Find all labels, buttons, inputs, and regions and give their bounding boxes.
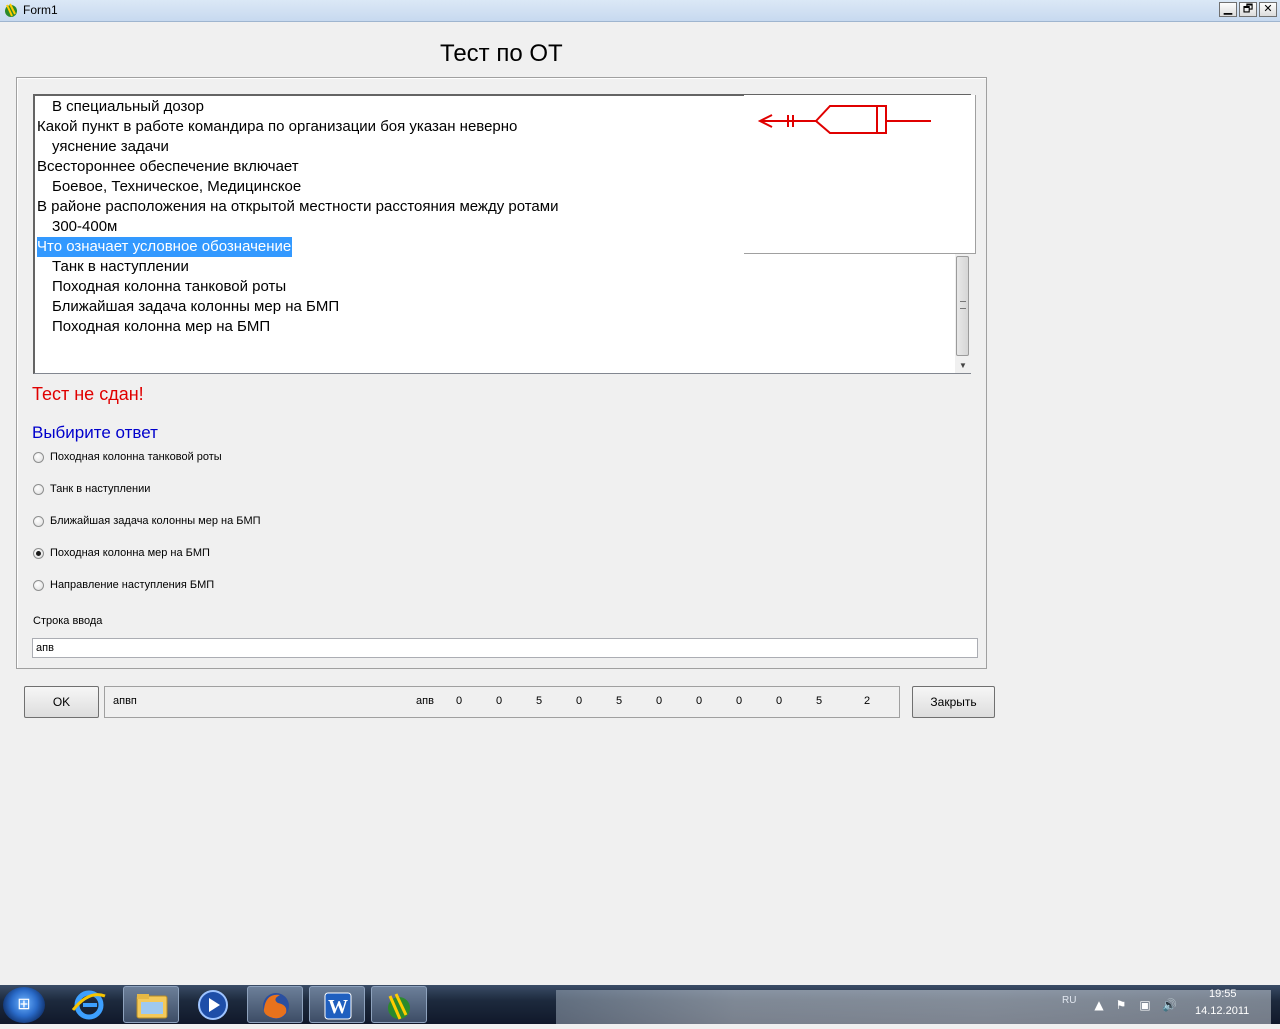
word-icon: W bbox=[324, 992, 352, 1020]
window-title: Form1 bbox=[23, 3, 58, 17]
status-number: 0 bbox=[775, 695, 783, 707]
taskbar-media-player[interactable] bbox=[185, 986, 241, 1023]
question-list-item[interactable]: Боевое, Техническое, Медицинское bbox=[52, 177, 301, 197]
column-symbol-icon bbox=[757, 105, 931, 134]
page-title: Тест по ОТ bbox=[440, 40, 563, 67]
question-list-item[interactable]: Всестороннее обеспечение включает bbox=[37, 157, 299, 177]
answer-radio[interactable] bbox=[33, 452, 44, 463]
close-window-button[interactable]: ✕ bbox=[1259, 2, 1277, 17]
tactical-symbol-image bbox=[744, 95, 976, 254]
answer-radio[interactable] bbox=[33, 484, 44, 495]
restore-button[interactable]: 🗗 bbox=[1239, 2, 1257, 17]
clock-date[interactable]: 14.12.2011 bbox=[1195, 1005, 1249, 1017]
question-list-item[interactable]: Танк в наступлении bbox=[52, 257, 189, 277]
choose-answer-label: Выбирите ответ bbox=[32, 423, 158, 442]
ok-button[interactable]: OK bbox=[24, 686, 99, 718]
action-center-flag-icon[interactable]: ⚑ bbox=[1114, 998, 1128, 1012]
answer-radio[interactable] bbox=[33, 548, 44, 559]
status-number: 5 bbox=[615, 695, 623, 707]
question-list-item[interactable]: 300-400м bbox=[52, 217, 117, 237]
question-list-item[interactable]: В районе расположения на открытой местно… bbox=[37, 197, 558, 217]
scroll-down-arrow-icon[interactable]: ▼ bbox=[955, 358, 971, 373]
form-app-icon bbox=[388, 993, 410, 1020]
taskbar-form-app[interactable] bbox=[371, 986, 427, 1023]
status-number: 0 bbox=[695, 695, 703, 707]
question-list-item[interactable]: В специальный дозор bbox=[52, 97, 204, 117]
question-list-item[interactable]: Какой пункт в работе командира по органи… bbox=[37, 117, 517, 137]
status-number: 5 bbox=[815, 695, 823, 707]
question-list-item[interactable]: уяснение задачи bbox=[52, 137, 169, 157]
question-list-item[interactable]: Что означает условное обозначение bbox=[37, 237, 293, 257]
status-text: апвп bbox=[113, 695, 137, 707]
word-letter: W bbox=[328, 996, 348, 1018]
status-number: 0 bbox=[455, 695, 463, 707]
volume-icon[interactable]: 🔊 bbox=[1162, 998, 1177, 1012]
folder-icon bbox=[136, 994, 168, 1019]
result-message: Тест не сдан! bbox=[32, 384, 144, 404]
answer-label[interactable]: Танк в наступлении bbox=[50, 483, 150, 495]
status-number: 0 bbox=[495, 695, 503, 707]
question-list-item[interactable]: Походная колонна танковой роты bbox=[52, 277, 286, 297]
status-number: 5 bbox=[535, 695, 543, 707]
answer-label[interactable]: Направление наступления БМП bbox=[50, 579, 214, 591]
status-word: апв bbox=[416, 695, 434, 707]
taskbar-word[interactable]: W bbox=[309, 986, 365, 1023]
windows-logo-icon: ⊞ bbox=[17, 996, 31, 1013]
taskbar-firefox[interactable] bbox=[247, 986, 303, 1023]
answer-input[interactable] bbox=[32, 638, 978, 658]
input-label: Строка ввода bbox=[33, 615, 103, 627]
answer-radio[interactable] bbox=[33, 516, 44, 527]
question-list-item[interactable]: Ближайшая задача колонны мер на БМП bbox=[52, 297, 339, 317]
taskbar-internet-explorer[interactable] bbox=[61, 986, 117, 1023]
internet-explorer-icon bbox=[71, 990, 106, 1020]
status-number: 0 bbox=[655, 695, 663, 707]
answer-label[interactable]: Походная колонна мер на БМП bbox=[50, 547, 210, 559]
status-number: 2 bbox=[863, 695, 871, 707]
language-indicator[interactable]: RU bbox=[1062, 995, 1076, 1006]
answer-radio[interactable] bbox=[33, 580, 44, 591]
title-bar bbox=[0, 0, 1280, 22]
minimize-button[interactable]: ▁ bbox=[1219, 2, 1237, 17]
answer-label[interactable]: Ближайшая задача колонны мер на БМП bbox=[50, 515, 261, 527]
answer-label[interactable]: Походная колонна танковой роты bbox=[50, 451, 222, 463]
status-number: 0 bbox=[735, 695, 743, 707]
firefox-icon bbox=[263, 993, 289, 1019]
scrollbar-thumb[interactable] bbox=[956, 256, 969, 356]
close-button[interactable]: Закрыть bbox=[912, 686, 995, 718]
network-icon[interactable]: ▣ bbox=[1138, 998, 1152, 1012]
status-number: 0 bbox=[575, 695, 583, 707]
app-icon bbox=[5, 3, 17, 17]
taskbar-file-explorer[interactable] bbox=[123, 986, 179, 1023]
tray-arrow-icon[interactable]: ▲ bbox=[1092, 998, 1106, 1012]
clock-time[interactable]: 19:55 bbox=[1209, 988, 1237, 1000]
question-list-item[interactable]: Походная колонна мер на БМП bbox=[52, 317, 270, 337]
media-player-icon bbox=[198, 990, 228, 1020]
